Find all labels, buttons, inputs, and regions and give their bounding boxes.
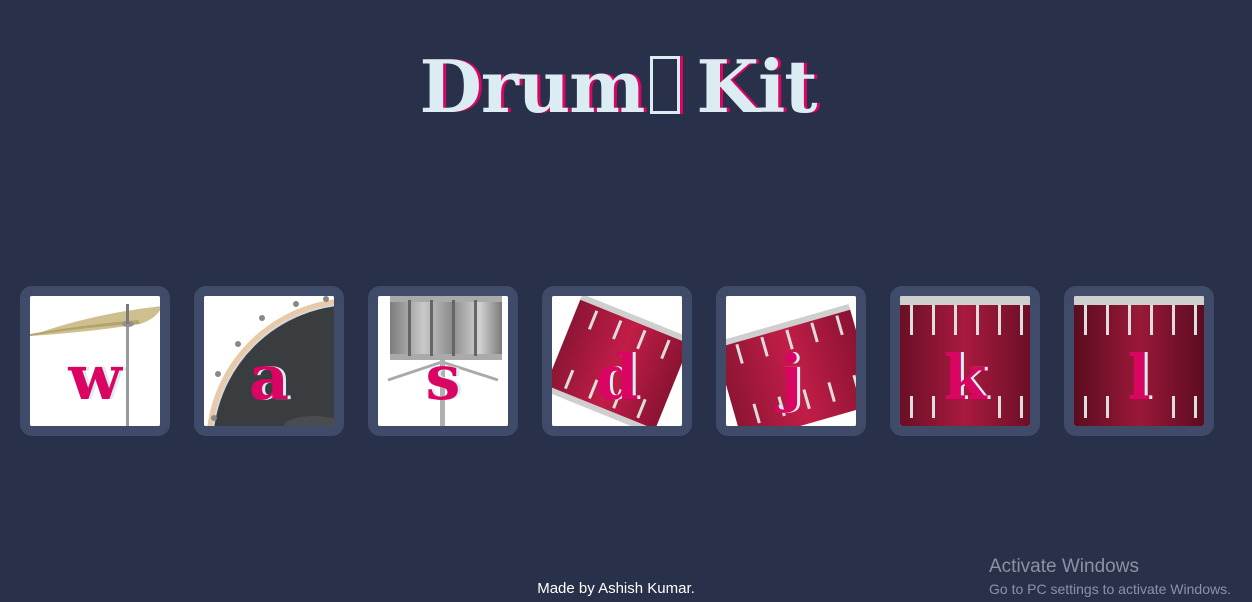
drum-button-a[interactable]: a <box>194 286 344 436</box>
drum-button-d[interactable]: d <box>542 286 692 436</box>
drum-button-w[interactable]: w <box>20 286 170 436</box>
watermark-subtitle: Go to PC settings to activate Windows. <box>989 581 1231 597</box>
page-title: Drum Kit <box>0 42 1236 132</box>
drum-key-label: s <box>425 341 461 414</box>
drum-key-label: w <box>68 341 122 414</box>
drum-button-k[interactable]: k <box>890 286 1040 436</box>
drum-kit-page: Drum Kit w a s d j k l Made by Ashish Ku… <box>0 0 1252 602</box>
drum-key-label: d <box>595 341 639 414</box>
drum-button-l[interactable]: l <box>1064 286 1214 436</box>
drum-set: w a s d j k l <box>20 286 1220 436</box>
drum-button-j[interactable]: j <box>716 286 866 436</box>
title-text-kit: Kit <box>696 44 817 129</box>
watermark-title: Activate Windows <box>989 556 1139 577</box>
activate-windows-watermark: Activate Windows Go to PC settings to ac… <box>989 556 1231 600</box>
drum-key-label: j <box>779 341 803 414</box>
drum-key-label: l <box>1127 341 1151 414</box>
drum-key-label: k <box>943 341 987 414</box>
drum-key-label: a <box>248 341 290 414</box>
drum-button-s[interactable]: s <box>368 286 518 436</box>
title-text-drum: Drum <box>419 44 645 129</box>
missing-glyph-icon <box>650 56 681 114</box>
